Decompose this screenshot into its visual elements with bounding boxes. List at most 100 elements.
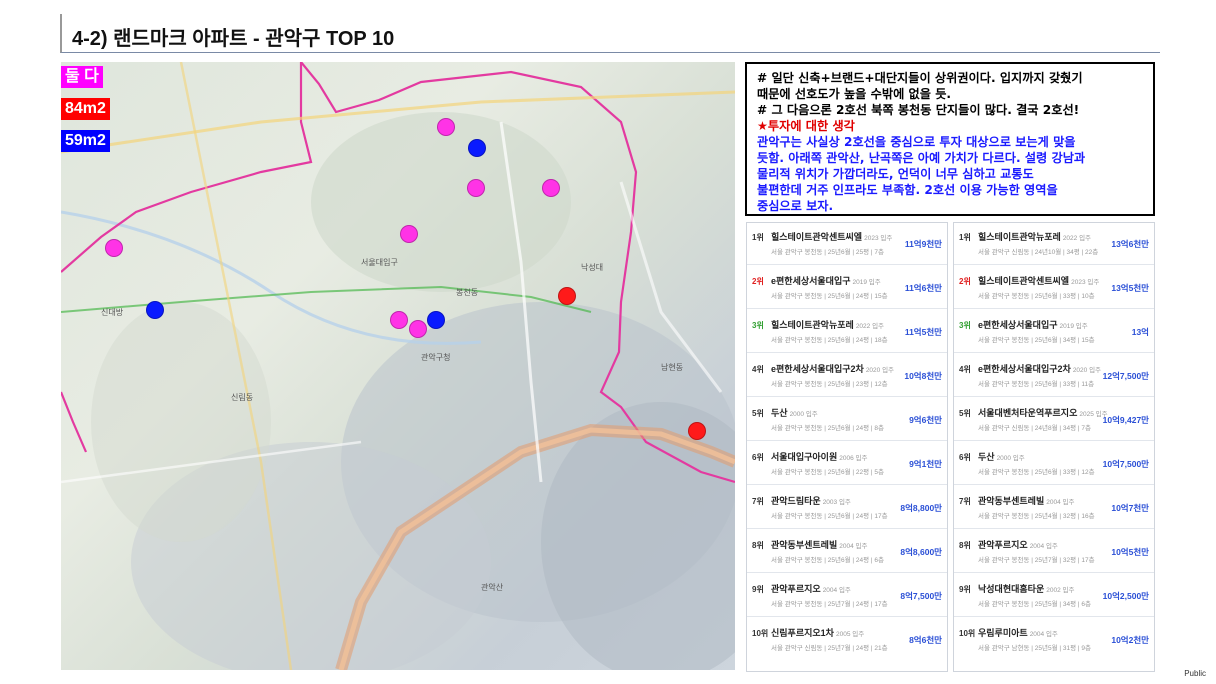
note-line: 불편한데 거주 인프라도 부족함. 2호선 이용 가능한 영역을: [757, 183, 1058, 197]
apartment-name: 두산 2000 입주: [978, 452, 1025, 462]
apartment-name: e편한세상서울대입구 2019 입주: [771, 276, 881, 286]
note-line: 관악구는 사실상 2호선을 중심으로 투자 대상으로 보는게 맞을: [757, 135, 1076, 149]
marker-both[interactable]: [105, 239, 123, 257]
apartment-details: 서울 관악구 봉천동 | 25년6월 | 24평 | 18층: [771, 337, 888, 344]
apartment-price: 13억5천만: [1111, 283, 1149, 293]
classification-label: Public: [1184, 669, 1206, 678]
apartment-name: 힐스테이트관악뉴포레 2022 입주: [978, 232, 1092, 242]
apartment-details: 서울 관악구 봉천동 | 25년5월 | 34평 | 6층: [978, 601, 1091, 608]
ranking-row[interactable]: 10위 신림푸르지오1차 2005 입주 서울 관악구 신림동 | 25년7월 |…: [747, 619, 947, 660]
ranking-row[interactable]: 9위 관악푸르지오 2004 입주 서울 관악구 봉천동 | 25년7월 | 24…: [747, 575, 947, 617]
legend-both: 둘 다: [61, 66, 103, 88]
rank-number: 9위: [752, 585, 764, 594]
apartment-name: 관악드림타운 2003 입주: [771, 496, 851, 506]
ranking-row[interactable]: 4위 e편한세상서울대입구2차 2020 입주 서울 관악구 봉천동 | 25년6…: [954, 355, 1154, 397]
ranking-row[interactable]: 10위 우림루미아트 2004 입주 서울 관악구 남현동 | 25년5월 | 3…: [954, 619, 1154, 660]
marker-59m2[interactable]: [468, 139, 486, 157]
apartment-name: e편한세상서울대입구2차 2020 입주: [771, 364, 895, 374]
ranking-row[interactable]: 6위 서울대입구아이원 2006 입주 서울 관악구 봉천동 | 25년6월 | …: [747, 443, 947, 485]
note-line: # 그 다음으론 2호선 북쪽 봉천동 단지들이 많다. 결국 2호선!: [757, 103, 1080, 117]
rank-number: 2위: [959, 277, 971, 286]
apartment-name: 힐스테이트관악센트씨엘 2023 입주: [771, 232, 893, 242]
ranking-row[interactable]: 1위 힐스테이트관악센트씨엘 2023 입주 서울 관악구 봉천동 | 25년6월…: [747, 223, 947, 265]
marker-both[interactable]: [409, 320, 427, 338]
marker-59m2[interactable]: [146, 301, 164, 319]
note-heading: ★투자에 대한 생각: [757, 119, 855, 133]
marker-59m2[interactable]: [427, 311, 445, 329]
rank-number: 3위: [752, 321, 764, 330]
apartment-name: 서울대입구아이원 2006 입주: [771, 452, 868, 462]
apartment-price: 10억7,500만: [1102, 459, 1149, 469]
ranking-row[interactable]: 9위 낙성대현대홈타운 2002 입주 서울 관악구 봉천동 | 25년5월 | …: [954, 575, 1154, 617]
apartment-details: 서울 관악구 봉천동 | 25년7월 | 24평 | 17층: [771, 601, 888, 608]
map-label-gwanakgu-office: 관악구청: [421, 353, 451, 362]
apartment-name: 두산 2000 입주: [771, 408, 818, 418]
rank-number: 1위: [752, 233, 764, 242]
apartment-price: 10억8천만: [904, 371, 942, 381]
apartment-details: 서울 관악구 봉천동 | 25년6월 | 33평 | 10층: [978, 293, 1095, 300]
rank-number: 3위: [959, 321, 971, 330]
map-label-sindaebang: 신대방: [101, 308, 124, 317]
map-background: [61, 62, 735, 670]
apartment-name: e편한세상서울대입구2차 2020 입주: [978, 364, 1102, 374]
apartment-price: 10억2천만: [1111, 635, 1149, 645]
ranking-row[interactable]: 7위 관악드림타운 2003 입주 서울 관악구 봉천동 | 25년6월 | 24…: [747, 487, 947, 529]
apartment-price: 8억8,600만: [900, 547, 942, 557]
apartment-details: 서울 관악구 봉천동 | 25년6월 | 24평 | 15층: [771, 293, 888, 300]
ranking-row[interactable]: 4위 e편한세상서울대입구2차 2020 입주 서울 관악구 봉천동 | 25년6…: [747, 355, 947, 397]
ranking-row[interactable]: 5위 서울대벤처타운역푸르지오 2025 입주 서울 관악구 신림동 | 24년8…: [954, 399, 1154, 441]
map-label-seouldae: 서울대입구: [361, 258, 398, 267]
rank-number: 6위: [959, 453, 971, 462]
apartment-details: 서울 관악구 신림동 | 24년10월 | 34평 | 22층: [978, 249, 1099, 256]
apartment-details: 서울 관악구 봉천동 | 25년6월 | 23평 | 12층: [771, 381, 888, 388]
ranking-row[interactable]: 1위 힐스테이트관악뉴포레 2022 입주 서울 관악구 신림동 | 24년10월…: [954, 223, 1154, 265]
marker-both[interactable]: [542, 179, 560, 197]
note-line: 중심으로 보자.: [757, 199, 834, 213]
apartment-price: 10억7천만: [1111, 503, 1149, 513]
ranking-row[interactable]: 6위 두산 2000 입주 서울 관악구 봉천동 | 25년6월 | 33평 | …: [954, 443, 1154, 485]
apartment-price: 11억6천만: [904, 283, 942, 293]
rank-number: 7위: [752, 497, 764, 506]
legend-84m2: 84m2: [61, 98, 110, 120]
apartment-name: 관악푸르지오 2004 입주: [978, 540, 1058, 550]
rank-number: 5위: [959, 409, 971, 418]
marker-both[interactable]: [437, 118, 455, 136]
marker-both[interactable]: [400, 225, 418, 243]
ranking-row[interactable]: 3위 e편한세상서울대입구 2019 입주 서울 관악구 봉천동 | 25년6월 …: [954, 311, 1154, 353]
map-label-nakseongdae: 낙성대: [581, 263, 604, 272]
marker-both[interactable]: [467, 179, 485, 197]
ranking-row[interactable]: 2위 힐스테이트관악센트씨엘 2023 입주 서울 관악구 봉천동 | 25년6월…: [954, 267, 1154, 309]
apartment-price: 12억7,500만: [1102, 371, 1149, 381]
marker-both[interactable]: [390, 311, 408, 329]
apartment-price: 11억9천만: [904, 239, 942, 249]
apartment-name: 우림루미아트 2004 입주: [978, 628, 1058, 638]
rank-number: 7위: [959, 497, 971, 506]
apartment-details: 서울 관악구 남현동 | 25년5월 | 31평 | 9층: [978, 645, 1091, 652]
ranking-row[interactable]: 8위 관악푸르지오 2004 입주 서울 관악구 봉천동 | 25년7월 | 32…: [954, 531, 1154, 573]
ranking-row[interactable]: 3위 힐스테이트관악뉴포레 2022 입주 서울 관악구 봉천동 | 25년6월 …: [747, 311, 947, 353]
ranking-panel-right: 1위 힐스테이트관악뉴포레 2022 입주 서울 관악구 신림동 | 24년10월…: [953, 222, 1155, 672]
apartment-details: 서울 관악구 봉천동 | 25년6월 | 34평 | 15층: [978, 337, 1095, 344]
apartment-details: 서울 관악구 봉천동 | 25년6월 | 33평 | 12층: [978, 469, 1095, 476]
map-view[interactable]: 봉천동 신림동 관악산 서울대입구 낙성대 신대방 남현동 관악구청 둘 다 8…: [61, 62, 735, 670]
ranking-row[interactable]: 5위 두산 2000 입주 서울 관악구 봉천동 | 25년6월 | 24평 | …: [747, 399, 947, 441]
map-label-sillim: 신림동: [231, 393, 254, 402]
apartment-name: 관악동부센트레빌 2004 입주: [771, 540, 868, 550]
rank-number: 2위: [752, 277, 764, 286]
rank-number: 4위: [752, 365, 764, 374]
ranking-row[interactable]: 7위 관악동부센트레빌 2004 입주 서울 관악구 봉천동 | 25년4월 | …: [954, 487, 1154, 529]
apartment-details: 서울 관악구 봉천동 | 25년6월 | 24평 | 8층: [771, 425, 884, 432]
apartment-details: 서울 관악구 봉천동 | 25년6월 | 24평 | 6층: [771, 557, 884, 564]
apartment-price: 13억6천만: [1111, 239, 1149, 249]
ranking-row[interactable]: 2위 e편한세상서울대입구 2019 입주 서울 관악구 봉천동 | 25년6월 …: [747, 267, 947, 309]
note-line: 물리적 위치가 가깝더라도, 언덕이 너무 심하고 교통도: [757, 167, 1034, 181]
apartment-price: 10억2,500만: [1102, 591, 1149, 601]
apartment-details: 서울 관악구 봉천동 | 25년6월 | 33평 | 11층: [978, 381, 1095, 388]
apartment-price: 9억1천만: [909, 459, 942, 469]
rank-number: 10위: [752, 629, 769, 638]
ranking-row[interactable]: 8위 관악동부센트레빌 2004 입주 서울 관악구 봉천동 | 25년6월 | …: [747, 531, 947, 573]
marker-84m2[interactable]: [558, 287, 576, 305]
legend-59m2: 59m2: [61, 130, 110, 152]
marker-84m2[interactable]: [688, 422, 706, 440]
rank-number: 8위: [752, 541, 764, 550]
